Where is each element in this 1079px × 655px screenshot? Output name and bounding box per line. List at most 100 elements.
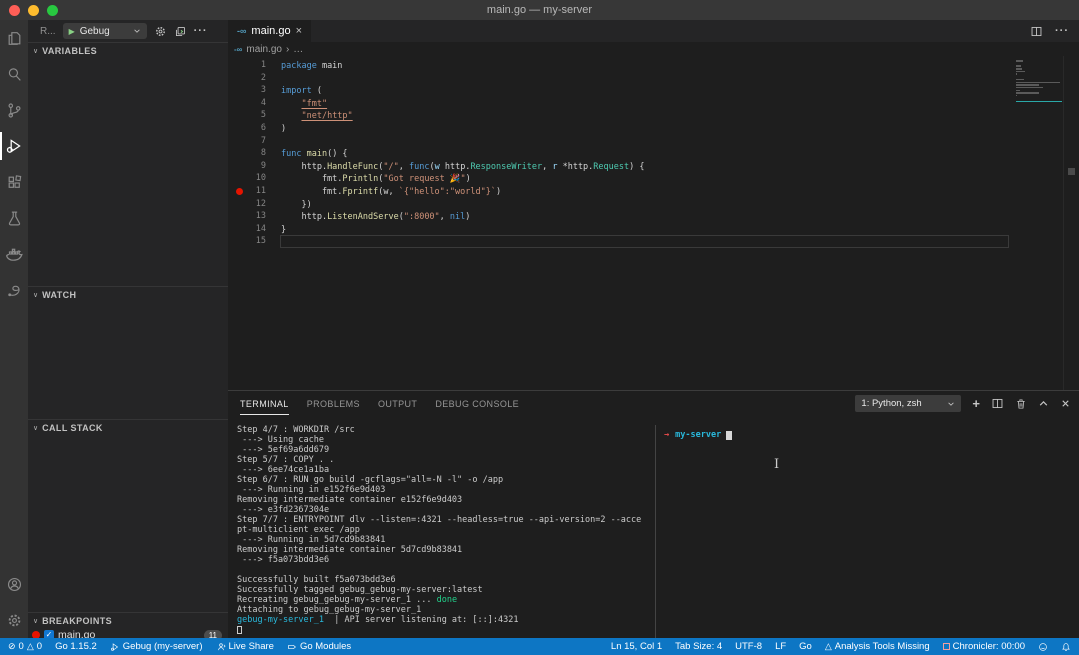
code-line[interactable]: 12 }) <box>228 198 1079 211</box>
code-line[interactable]: 7 <box>228 135 1079 148</box>
feedback-smiley-icon <box>1039 642 1047 651</box>
gutter-space[interactable] <box>236 175 243 182</box>
gutter-space[interactable] <box>236 238 243 245</box>
explorer-icon[interactable] <box>0 20 28 56</box>
code-line[interactable]: 3 import ( <box>228 84 1079 97</box>
minimap[interactable] <box>1016 60 1062 103</box>
start-debug-icon[interactable]: ▶ <box>69 27 75 36</box>
gutter-space[interactable] <box>236 125 243 132</box>
panel-header: TERMINAL PROBLEMS OUTPUT DEBUG CONSOLE 1… <box>228 391 1079 416</box>
maximize-panel-icon[interactable] <box>1038 398 1049 409</box>
eol-status[interactable]: LF <box>775 641 786 652</box>
language-status[interactable]: Go <box>799 641 812 652</box>
gutter-space[interactable] <box>236 226 243 233</box>
code-line[interactable]: 14} <box>228 223 1079 236</box>
docker-icon[interactable] <box>0 236 28 272</box>
accounts-icon[interactable] <box>0 566 28 602</box>
split-terminal-icon[interactable] <box>991 397 1004 410</box>
new-terminal-icon[interactable]: + <box>972 396 980 411</box>
gutter-space[interactable] <box>236 163 243 170</box>
breadcrumb-file[interactable]: main.go <box>246 44 282 55</box>
tab-problems[interactable]: PROBLEMS <box>307 393 360 415</box>
chevron-down-icon <box>133 29 140 33</box>
go-modules-icon <box>288 644 296 649</box>
breakpoint-dot-icon[interactable] <box>236 187 243 195</box>
code-line[interactable]: 1 package main <box>228 59 1079 72</box>
feedback-status[interactable] <box>1038 642 1048 652</box>
code-line[interactable]: 4 "fmt" <box>228 97 1079 110</box>
code-line[interactable]: 10 fmt.Println("Got request 🎉") <box>228 172 1079 185</box>
more-actions-icon[interactable]: ··· <box>194 25 208 37</box>
code-line[interactable]: 5 "net/http" <box>228 109 1079 122</box>
debug-toolbar: R... ▶ Gebug ··· <box>28 20 228 42</box>
extensions-icon[interactable] <box>0 164 28 200</box>
gutter-space[interactable] <box>236 87 243 94</box>
code-line[interactable]: 9 http.HandleFunc("/", func(w http.Respo… <box>228 160 1079 173</box>
cursor-position-status[interactable]: Ln 15, Col 1 <box>611 641 662 652</box>
code-line[interactable]: 2 <box>228 72 1079 85</box>
gutter-space[interactable] <box>236 213 243 220</box>
live-share-status[interactable]: Live Share <box>216 641 274 652</box>
notifications-status[interactable] <box>1061 642 1071 652</box>
go-version-status[interactable]: Go 1.15.2 <box>55 641 97 652</box>
gutter-space[interactable] <box>236 137 243 144</box>
terminal-line: ---> f5a073bdd3e6 <box>237 555 330 565</box>
code-editor[interactable]: 1 package main 2 3 import (4 "fmt" 5 "net/htt… <box>228 56 1079 390</box>
gutter-space[interactable] <box>236 100 243 107</box>
terminal-select[interactable]: 1: Python, zsh <box>855 395 962 412</box>
close-panel-icon[interactable] <box>1060 398 1071 409</box>
tab-main-go[interactable]: -∞ main.go × <box>228 20 311 42</box>
watch-header[interactable]: ∨ WATCH <box>28 287 228 303</box>
code-line[interactable]: 8 func main() { <box>228 147 1079 160</box>
live-share-icon <box>217 642 226 650</box>
settings-gear-icon[interactable] <box>0 602 28 638</box>
chronicler-status[interactable]: Chronicler: 00:00 <box>942 641 1025 652</box>
gutter-space[interactable] <box>236 200 243 207</box>
go-file-icon: -∞ <box>234 44 243 54</box>
debug-console-icon[interactable] <box>174 25 187 38</box>
watch-section: ∨ WATCH <box>28 286 228 419</box>
scrollbar-handle[interactable] <box>1068 168 1075 175</box>
code-line[interactable]: 11 fmt.Fprintf(w, `{"hello":"world"}`) <box>228 185 1079 198</box>
analysis-tools-status[interactable]: △ Analysis Tools Missing <box>825 641 930 652</box>
breadcrumb-symbol[interactable]: … <box>293 44 303 55</box>
call-stack-header[interactable]: ∨ CALL STACK <box>28 420 228 436</box>
close-tab-icon[interactable]: × <box>296 25 302 37</box>
run-and-debug-icon[interactable] <box>0 128 28 164</box>
tab-size-status[interactable]: Tab Size: 4 <box>675 641 722 652</box>
more-actions-icon[interactable]: ··· <box>1055 25 1069 37</box>
code-line[interactable]: 6) <box>228 122 1079 135</box>
tab-output[interactable]: OUTPUT <box>378 393 417 415</box>
debug-target-status[interactable]: Gebug (my-server) <box>110 641 203 652</box>
test-flask-icon[interactable] <box>0 200 28 236</box>
problems-status[interactable]: ⊘ 0 △ 0 <box>8 641 42 652</box>
terminal-pane-build-output[interactable]: Step 4/7 : WORKDIR /src ---> Using cache… <box>228 425 655 638</box>
source-control-icon[interactable] <box>0 92 28 128</box>
go-modules-status[interactable]: Go Modules <box>287 641 351 652</box>
tab-debug-console[interactable]: DEBUG CONSOLE <box>435 393 519 415</box>
split-editor-icon[interactable] <box>1030 25 1043 38</box>
gutter-space[interactable] <box>236 62 243 69</box>
gebug-swoosh-icon[interactable] <box>0 272 28 308</box>
editor-tabbar: -∞ main.go × ··· <box>228 20 1079 42</box>
terminal-pane-shell[interactable]: → my-server I <box>655 425 1079 638</box>
gutter-space[interactable] <box>236 150 243 157</box>
encoding-status[interactable]: UTF-8 <box>735 641 762 652</box>
terminal-line <box>237 625 655 635</box>
code-line[interactable]: 15 <box>228 235 1079 248</box>
tab-terminal[interactable]: TERMINAL <box>240 393 289 415</box>
kill-terminal-trash-icon[interactable] <box>1015 398 1027 410</box>
debug-settings-gear-icon[interactable] <box>154 25 167 38</box>
code-line[interactable]: 13 http.ListenAndServe(":8000", nil) <box>228 210 1079 223</box>
breakpoints-header[interactable]: ∨ BREAKPOINTS <box>28 613 228 629</box>
search-icon[interactable] <box>0 56 28 92</box>
chevron-down-icon <box>948 402 955 406</box>
debug-config-dropdown[interactable]: ▶ Gebug <box>62 23 147 39</box>
editor-scrollbar[interactable] <box>1063 56 1079 390</box>
gutter-space[interactable] <box>236 112 243 119</box>
breadcrumb[interactable]: -∞ main.go › … <box>228 42 1079 56</box>
variables-header[interactable]: ∨ VARIABLES <box>28 43 228 59</box>
gutter-space[interactable] <box>236 74 243 81</box>
error-icon: ⊘ <box>8 641 16 651</box>
